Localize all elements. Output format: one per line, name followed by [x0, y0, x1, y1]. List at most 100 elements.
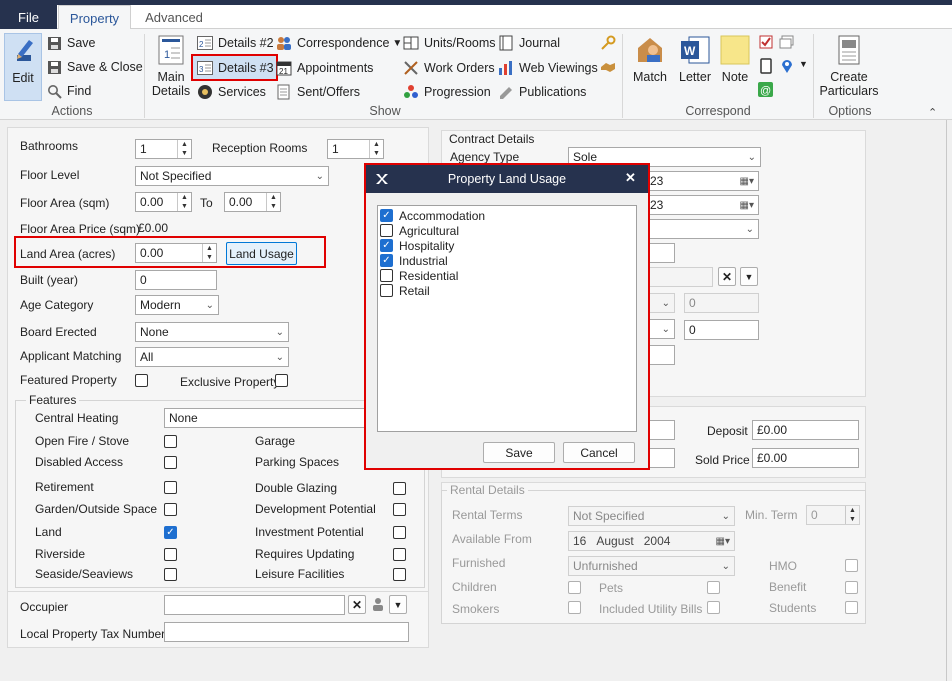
deposit-input[interactable]: £0.00 [752, 420, 859, 440]
email-icon[interactable]: @ [758, 82, 773, 100]
stack-icon[interactable] [779, 35, 795, 52]
feature-checkbox[interactable]: ✓ [164, 526, 177, 539]
progression-button[interactable]: Progression [403, 84, 491, 100]
map-pin-icon[interactable] [781, 58, 793, 77]
spin-b-input[interactable]: 0 [684, 320, 759, 340]
spin-down-icon[interactable]: ▼ [203, 253, 216, 262]
details2-button[interactable]: 2 Details #2 [197, 35, 274, 51]
bathrooms-stepper[interactable]: 1 ▲ ▼ [135, 139, 192, 159]
land-area-stepper[interactable]: 0.00 ▲ ▼ [135, 243, 217, 263]
central-heating-select[interactable]: None [164, 408, 370, 428]
feature-checkbox[interactable] [164, 548, 177, 561]
services-button[interactable]: Services [197, 84, 266, 100]
note-button[interactable]: Note [716, 34, 754, 84]
sent-offers-button[interactable]: Sent/Offers [276, 84, 360, 100]
appointments-button[interactable]: 21 Appointments [276, 60, 373, 76]
feature-checkbox[interactable] [164, 568, 177, 581]
task-icon[interactable] [759, 35, 773, 52]
find-button[interactable]: Find [46, 83, 91, 99]
spin-up-icon[interactable]: ▲ [178, 193, 191, 202]
land-usage-item-label: Retail [399, 283, 430, 298]
tab-file[interactable]: File [0, 5, 57, 29]
clear-button[interactable]: ✕ [718, 267, 736, 286]
save-close-button[interactable]: Save & Close [46, 59, 143, 75]
local-tax-input[interactable] [164, 622, 409, 642]
spin-up-icon[interactable]: ▲ [267, 193, 280, 202]
dropdown-button[interactable]: ▼ [740, 267, 758, 286]
sold-price-input[interactable]: £0.00 [752, 448, 859, 468]
featured-checkbox[interactable] [135, 374, 148, 387]
feature-checkbox[interactable] [164, 503, 177, 516]
spin-up-icon[interactable]: ▲ [178, 140, 191, 149]
floor-area-from-stepper[interactable]: 0.00 ▲ ▼ [135, 192, 192, 212]
dropdown-arrow-icon[interactable]: ▼ [799, 59, 808, 69]
close-icon[interactable]: ✕ [625, 170, 636, 186]
match-button[interactable]: Match [628, 34, 672, 84]
floor-area-to-stepper[interactable]: 0.00 ▲ ▼ [224, 192, 281, 212]
date-field-1[interactable]: 23 ▦▾ [645, 171, 759, 191]
reception-stepper[interactable]: 1 ▲ ▼ [327, 139, 384, 159]
tab-property[interactable]: Property [58, 5, 131, 30]
land-usage-item[interactable]: ✓ Industrial [380, 253, 636, 268]
spin-down-icon[interactable]: ▼ [370, 149, 383, 158]
feature-checkbox[interactable] [393, 526, 406, 539]
ribbon-separator [813, 34, 814, 118]
land-usage-checkbox[interactable] [380, 224, 393, 237]
land-usage-item[interactable]: Residential [380, 268, 636, 283]
key-icon[interactable] [600, 35, 616, 54]
handshake-icon[interactable] [600, 59, 616, 78]
age-select[interactable]: Modern ⌄ [135, 295, 219, 315]
journal-button[interactable]: Journal [498, 35, 560, 51]
work-orders-button[interactable]: Work Orders [403, 60, 495, 76]
spin-up-icon[interactable]: ▲ [203, 244, 216, 253]
occupier-input[interactable] [164, 595, 345, 615]
tab-advanced[interactable]: Advanced [136, 5, 212, 30]
letter-button[interactable]: W Letter [674, 34, 716, 84]
board-select[interactable]: None ⌄ [135, 322, 289, 342]
spin-down-icon[interactable]: ▼ [178, 202, 191, 211]
create-particulars-button[interactable]: Create Particulars [818, 34, 880, 98]
land-usage-checkbox[interactable]: ✓ [380, 209, 393, 222]
feature-checkbox[interactable] [393, 548, 406, 561]
spin-up-icon[interactable]: ▲ [370, 140, 383, 149]
dialog-save-button[interactable]: Save [483, 442, 555, 463]
feature-checkbox[interactable] [393, 482, 406, 495]
feature-checkbox[interactable] [393, 568, 406, 581]
land-usage-item[interactable]: ✓ Hospitality [380, 238, 636, 253]
land-usage-checkbox[interactable] [380, 284, 393, 297]
occupier-dropdown-button[interactable]: ▼ [389, 595, 407, 614]
exclusive-checkbox[interactable] [275, 374, 288, 387]
land-usage-checkbox[interactable]: ✓ [380, 239, 393, 252]
contract-select[interactable]: ⌄ [645, 219, 759, 239]
feature-checkbox[interactable] [164, 435, 177, 448]
clear-occupier-button[interactable]: ✕ [348, 595, 366, 614]
mobile-icon[interactable] [760, 58, 772, 77]
feature-checkbox[interactable] [164, 456, 177, 469]
feature-checkbox[interactable] [164, 481, 177, 494]
land-usage-checkbox[interactable] [380, 269, 393, 282]
details3-button[interactable]: 3 Details #3 [191, 54, 278, 81]
land-usage-item[interactable]: Agricultural [380, 223, 636, 238]
web-viewings-button[interactable]: Web Viewings [498, 60, 598, 76]
land-usage-checkbox[interactable]: ✓ [380, 254, 393, 267]
person-icon[interactable] [370, 596, 386, 615]
edit-button[interactable]: Edit [4, 33, 42, 101]
main-details-button[interactable]: 1 Main Details [148, 34, 194, 98]
units-rooms-button[interactable]: Units/Rooms [403, 35, 496, 51]
correspondence-button[interactable]: Correspondence ▼ [276, 35, 402, 51]
collapse-ribbon-icon[interactable]: ⌃ [928, 106, 937, 119]
built-input[interactable]: 0 [135, 270, 217, 290]
land-usage-item[interactable]: ✓ Accommodation [380, 208, 636, 223]
land-usage-item[interactable]: Retail [380, 283, 636, 298]
spin-down-icon[interactable]: ▼ [267, 202, 280, 211]
land-usage-button[interactable]: Land Usage [226, 242, 297, 265]
applicant-select[interactable]: All ⌄ [135, 347, 289, 367]
dialog-cancel-button[interactable]: Cancel [563, 442, 635, 463]
save-button[interactable]: Save [46, 35, 96, 51]
feature-checkbox[interactable] [393, 503, 406, 516]
publications-button[interactable]: Publications [498, 84, 586, 100]
spin-down-icon[interactable]: ▼ [178, 149, 191, 158]
floor-level-select[interactable]: Not Specified ⌄ [135, 166, 329, 186]
land-usage-list[interactable]: ✓ Accommodation Agricultural ✓ Hospitality ✓ I… [377, 205, 637, 432]
date-field-2[interactable]: 23 ▦▾ [645, 195, 759, 215]
